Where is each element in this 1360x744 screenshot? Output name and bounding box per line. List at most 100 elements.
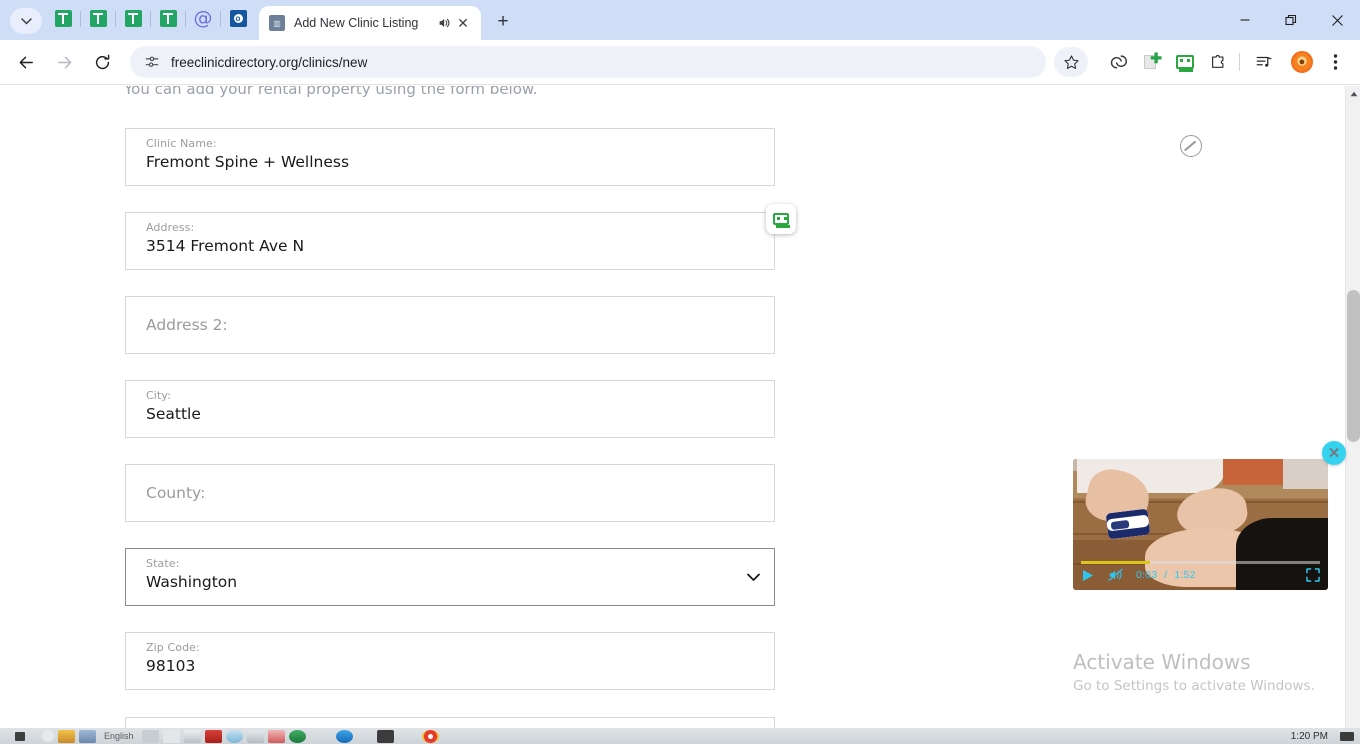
tab-add-new-clinic-listing[interactable]: ▥ Add New Clinic Listing ✕ bbox=[259, 6, 481, 40]
video-mute-button[interactable] bbox=[1108, 568, 1124, 582]
profile-avatar: ● bbox=[1291, 51, 1313, 73]
taskbar-icon-app-5[interactable] bbox=[183, 729, 201, 743]
outlook-tab[interactable]: o bbox=[221, 2, 255, 36]
browser-toolbar: freeclinicdirectory.org/clinics/new ✚ ● bbox=[0, 40, 1360, 85]
tab-strip: @ o ▥ Add New Clinic Listing ✕ + bbox=[0, 0, 1360, 40]
field-county[interactable]: County: bbox=[125, 464, 775, 522]
input-city[interactable]: Seattle bbox=[146, 405, 201, 423]
tab-title: Add New Clinic Listing bbox=[294, 16, 419, 30]
reload-button[interactable] bbox=[86, 46, 118, 78]
field-address[interactable]: Address: 3514 Fremont Ave N bbox=[125, 212, 775, 270]
activate-windows-watermark: Activate Windows Go to Settings to activ… bbox=[1073, 649, 1353, 694]
tab-close-icon[interactable]: ✕ bbox=[453, 15, 473, 32]
field-city[interactable]: City: Seattle bbox=[125, 380, 775, 438]
back-button[interactable] bbox=[10, 46, 42, 78]
extensions-button[interactable] bbox=[1203, 47, 1233, 77]
chevron-down-icon[interactable] bbox=[747, 571, 760, 584]
taskbar-language[interactable]: English bbox=[104, 731, 134, 741]
save-page-extension-button[interactable]: ✚ bbox=[1137, 47, 1167, 77]
three-dot-menu-icon bbox=[1333, 54, 1337, 70]
new-tab-button[interactable]: + bbox=[489, 8, 517, 36]
video-fullscreen-button[interactable] bbox=[1306, 568, 1320, 582]
input-address[interactable]: 3514 Fremont Ave N bbox=[146, 237, 304, 255]
windows-taskbar: English 1:20 PM bbox=[0, 728, 1360, 744]
page-scrollbar[interactable] bbox=[1345, 86, 1360, 744]
taskbar-icon-app-12[interactable] bbox=[376, 729, 394, 743]
activate-windows-subtitle: Go to Settings to activate Windows. bbox=[1073, 678, 1315, 694]
label-city: City: bbox=[146, 389, 171, 402]
puzzle-icon bbox=[1212, 55, 1224, 68]
close-icon bbox=[1331, 14, 1343, 26]
clinic-listing-form: Clinic Name: Fremont Spine + Wellness Ad… bbox=[125, 128, 775, 716]
media-hub-button[interactable] bbox=[1249, 47, 1279, 77]
taskbar-icon-app-2[interactable] bbox=[79, 729, 96, 743]
placeholder-address-2: Address 2: bbox=[146, 316, 228, 334]
sheets-icon bbox=[159, 10, 177, 27]
doc-plus-icon: ✚ bbox=[1143, 51, 1162, 71]
site-settings-icon[interactable] bbox=[144, 54, 160, 70]
play-icon bbox=[1083, 569, 1093, 581]
address-bar[interactable]: freeclinicdirectory.org/clinics/new bbox=[130, 46, 1046, 78]
email-tab[interactable]: @ bbox=[186, 2, 220, 36]
profile-button[interactable]: ● bbox=[1287, 47, 1317, 77]
close-icon: ✕ bbox=[1327, 444, 1341, 462]
forward-button[interactable] bbox=[48, 46, 80, 78]
taskbar-icon-app-4[interactable] bbox=[162, 729, 180, 743]
taskbar-icon-search[interactable] bbox=[42, 730, 54, 742]
taskbar-icon-app-9[interactable] bbox=[267, 729, 285, 743]
video-current-time: 0:03 bbox=[1136, 569, 1158, 581]
bookmark-button[interactable] bbox=[1054, 47, 1088, 77]
video-ad-close-button[interactable]: ✕ bbox=[1322, 441, 1346, 465]
taskbar-icon-app-1[interactable] bbox=[58, 729, 75, 743]
taskbar-icon-app-8[interactable] bbox=[246, 729, 264, 743]
chrome-menu-button[interactable] bbox=[1320, 47, 1350, 77]
start-button[interactable] bbox=[0, 728, 40, 744]
video-player[interactable]: 0:03 / 1:52 bbox=[1073, 459, 1328, 590]
blocked-content-icon bbox=[1180, 135, 1202, 157]
google-sheets-tab-2[interactable] bbox=[81, 2, 115, 36]
input-clinic-name[interactable]: Fremont Spine + Wellness bbox=[146, 153, 349, 171]
field-address-2[interactable]: Address 2: bbox=[125, 296, 775, 354]
link-loop-extension-button[interactable] bbox=[1104, 47, 1134, 77]
scroll-up-button[interactable] bbox=[1346, 86, 1360, 101]
activate-windows-title: Activate Windows bbox=[1073, 650, 1251, 674]
taskbar-icon-chrome[interactable] bbox=[421, 729, 439, 743]
video-controls: 0:03 / 1:52 bbox=[1073, 560, 1328, 590]
input-zip-code[interactable]: 98103 bbox=[146, 657, 195, 675]
field-clinic-name[interactable]: Clinic Name: Fremont Spine + Wellness bbox=[125, 128, 775, 186]
fullscreen-icon bbox=[1306, 568, 1320, 582]
loop-icon bbox=[1110, 55, 1127, 69]
taskbar-icon-app-11[interactable] bbox=[335, 729, 353, 743]
taskbar-icon-app-3[interactable] bbox=[141, 729, 159, 743]
taskbar-icon-app-7[interactable] bbox=[225, 729, 243, 743]
field-zip-code[interactable]: Zip Code: 98103 bbox=[125, 632, 775, 690]
scroll-thumb[interactable] bbox=[1347, 290, 1360, 442]
video-play-button[interactable] bbox=[1081, 569, 1094, 582]
label-zip-code: Zip Code: bbox=[146, 641, 200, 654]
minimize-button[interactable] bbox=[1222, 3, 1268, 37]
tab-search-button[interactable] bbox=[10, 8, 42, 34]
maximize-button[interactable] bbox=[1268, 3, 1314, 37]
sheets-icon bbox=[54, 10, 72, 27]
google-sheets-tab-3[interactable] bbox=[116, 2, 150, 36]
select-state-value[interactable]: Washington bbox=[146, 573, 237, 591]
star-icon bbox=[1063, 54, 1079, 69]
taskbar-show-desktop[interactable] bbox=[1340, 731, 1354, 741]
taskbar-icon-app-10[interactable] bbox=[288, 729, 306, 743]
page-intro-text: You can add your rental property using t… bbox=[124, 86, 538, 98]
google-sheets-tab-4[interactable] bbox=[151, 2, 185, 36]
page-favicon-icon: ▥ bbox=[269, 15, 285, 31]
taskbar-icon-app-6[interactable] bbox=[204, 729, 222, 743]
google-sheets-tab-1[interactable] bbox=[46, 2, 80, 36]
field-state[interactable]: State: Washington bbox=[125, 548, 775, 606]
taskbar-clock[interactable]: 1:20 PM bbox=[1291, 731, 1328, 742]
autofill-robot-extension-button[interactable] bbox=[1170, 47, 1200, 77]
windows-logo-icon bbox=[15, 731, 25, 741]
video-person-shirt-orange bbox=[1223, 459, 1283, 485]
select-caret-glyph bbox=[747, 573, 760, 581]
close-window-button[interactable] bbox=[1314, 3, 1360, 37]
pinned-tabs: @ o bbox=[46, 0, 255, 40]
autofill-robot-badge[interactable] bbox=[766, 204, 796, 234]
speaker-playing-icon[interactable] bbox=[435, 16, 453, 30]
label-state: State: bbox=[146, 557, 180, 570]
